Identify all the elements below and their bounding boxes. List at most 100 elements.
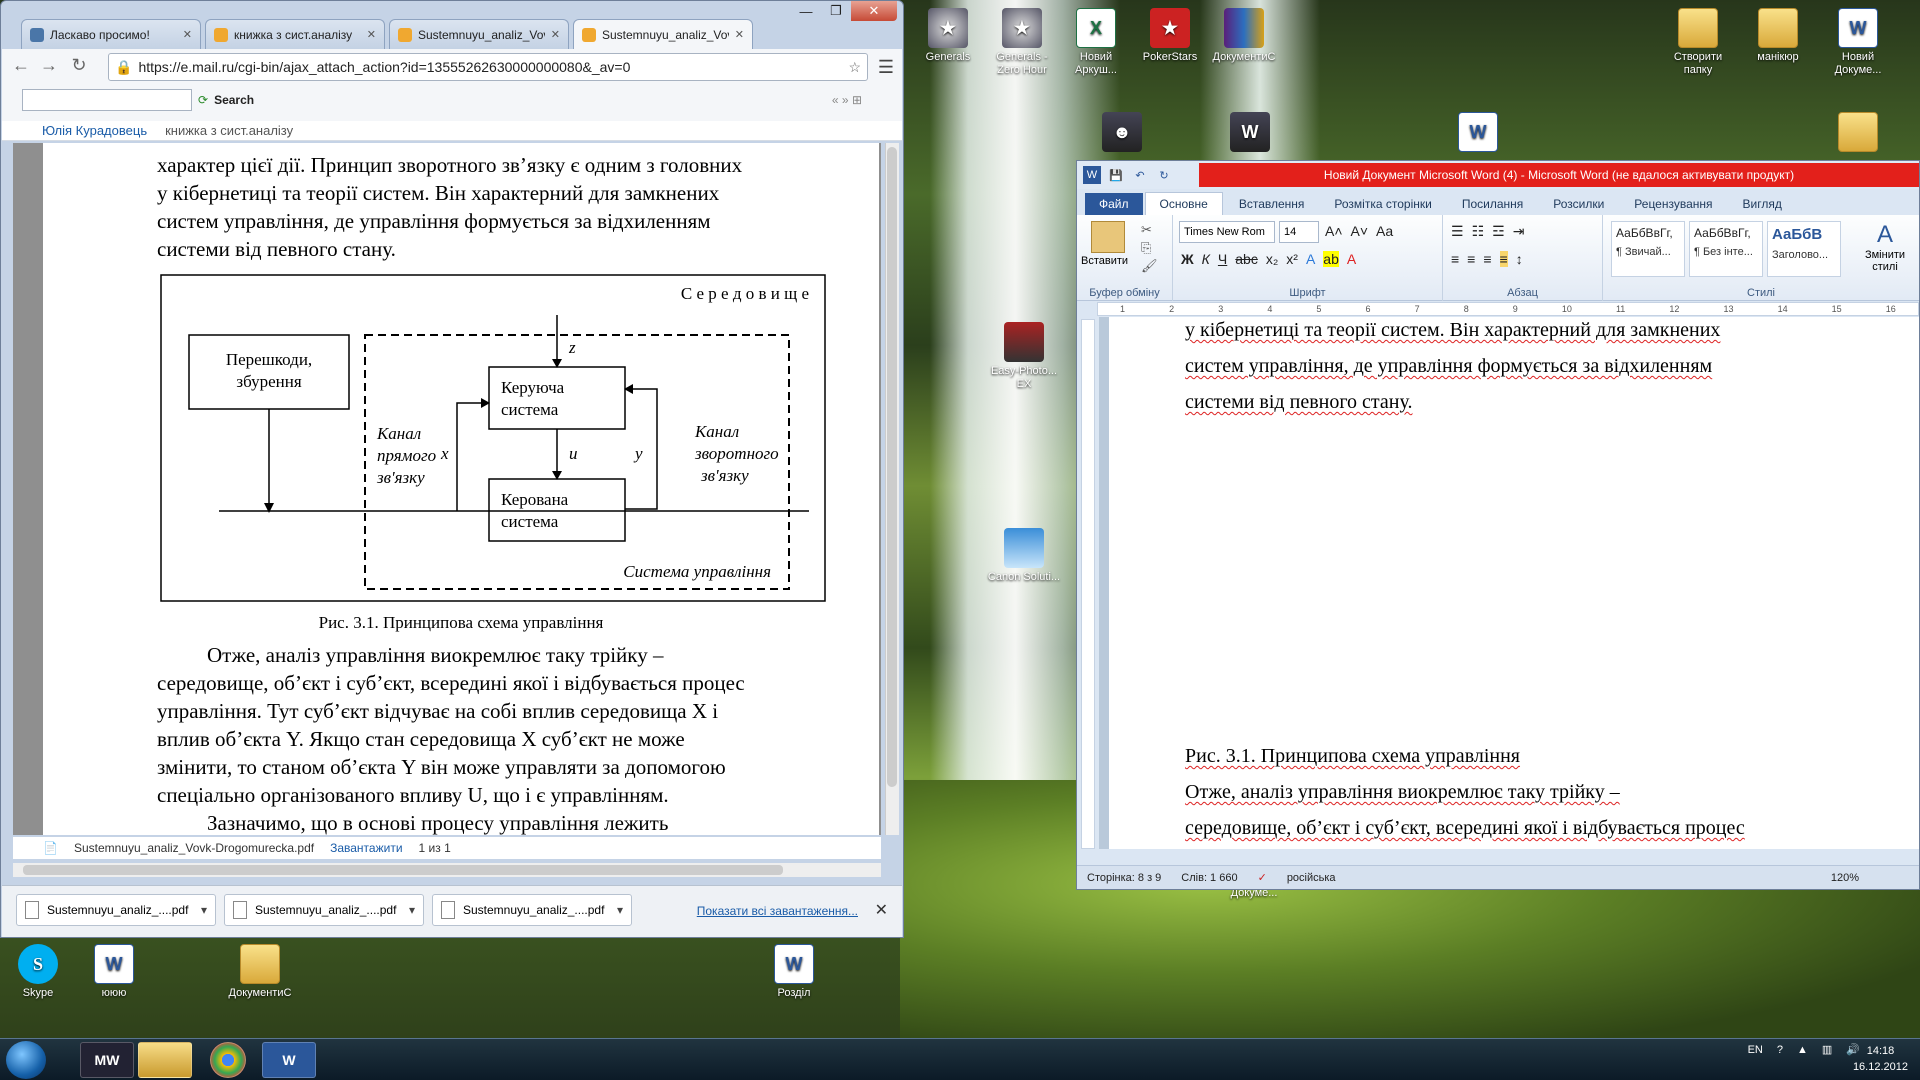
bold-icon[interactable]: Ж xyxy=(1181,251,1194,267)
word-taskbar-icon[interactable]: W xyxy=(262,1042,316,1078)
tab-references[interactable]: Посилання xyxy=(1448,193,1537,215)
desktop-icon-new-sheet[interactable]: X Новий Аркуш... xyxy=(1058,8,1134,77)
network-icon[interactable]: ▥ xyxy=(1822,1043,1832,1056)
back-button[interactable]: ← xyxy=(8,55,34,76)
address-bar[interactable]: 🔒 https://e.mail.ru/cgi-bin/ajax_attach_… xyxy=(108,53,868,81)
search-button[interactable]: Search xyxy=(214,93,254,107)
desktop-icon-documents-archive[interactable]: ДокументиС xyxy=(1206,8,1282,64)
explorer-taskbar-icon[interactable] xyxy=(138,1042,192,1078)
forward-button[interactable]: → xyxy=(36,55,62,76)
strikethrough-icon[interactable]: abc xyxy=(1235,251,1258,267)
tab-insert[interactable]: Вставлення xyxy=(1225,193,1319,215)
desktop-icon-easy-photo[interactable]: Easy-Photo... EX xyxy=(986,322,1062,391)
redo-icon[interactable]: ↻ xyxy=(1155,166,1173,184)
clock[interactable]: 14:18 16.12.2012 xyxy=(1853,1043,1908,1075)
close-tab-icon[interactable]: ✕ xyxy=(551,28,560,41)
chevron-down-icon[interactable]: ▾ xyxy=(617,903,623,917)
paste-icon[interactable] xyxy=(1091,221,1125,253)
change-styles-button[interactable]: A Змінити стилі xyxy=(1859,221,1911,273)
justify-icon[interactable]: ≡ xyxy=(1499,251,1508,267)
paste-button[interactable]: Вставити xyxy=(1081,255,1128,267)
desktop-icon-folder[interactable] xyxy=(1820,112,1896,155)
close-downloads-icon[interactable]: ✕ xyxy=(875,900,888,920)
style-heading[interactable]: АаБбВ Заголово... xyxy=(1767,221,1841,277)
desktop-icon-manicure[interactable]: манікюр xyxy=(1740,8,1816,64)
chevron-down-icon[interactable]: ▾ xyxy=(201,903,207,917)
shrink-font-icon[interactable]: A˅ xyxy=(1351,223,1369,239)
align-center-icon[interactable]: ≡ xyxy=(1467,251,1475,267)
tab-book[interactable]: книжка з сист.аналізу ✕ xyxy=(205,19,385,49)
download-item[interactable]: Sustemnuyu_analiz_....pdf ▾ xyxy=(432,894,632,926)
tab-home[interactable]: Основне xyxy=(1144,192,1223,215)
save-icon[interactable]: 💾 xyxy=(1107,166,1125,184)
close-tab-icon[interactable]: ✕ xyxy=(183,28,192,41)
indent-icon[interactable]: ⇥ xyxy=(1513,223,1525,240)
pdf-viewer[interactable]: характер цієї дії. Принцип зворотного зв… xyxy=(13,143,881,835)
tab-view[interactable]: Вигляд xyxy=(1729,193,1796,215)
horizontal-ruler[interactable]: 1 2 3 4 5 6 7 8 9 10 11 12 13 14 15 16 xyxy=(1097,302,1919,316)
reload-button[interactable]: ↻ xyxy=(66,55,92,76)
toolbar-nav-arrows[interactable]: « » ⊞ xyxy=(832,93,862,107)
desktop-icon-new-doc[interactable]: W Новий Докуме... xyxy=(1820,8,1896,77)
bullets-icon[interactable]: ☰ xyxy=(1451,223,1464,240)
close-tab-icon[interactable]: ✕ xyxy=(735,28,744,41)
tab-file[interactable]: Файл xyxy=(1085,193,1143,215)
desktop-icon-word-doc[interactable]: W xyxy=(1440,112,1516,155)
desktop-icon-yuyuyu[interactable]: Wююю xyxy=(76,944,152,1000)
multilevel-icon[interactable]: ☲ xyxy=(1492,223,1505,240)
subscript-icon[interactable]: x₂ xyxy=(1266,251,1278,267)
tab-pdf-2[interactable]: Sustemnuyu_analiz_Vov ✕ xyxy=(573,19,753,49)
chrome-taskbar-icon[interactable] xyxy=(210,1042,246,1078)
show-all-downloads-link[interactable]: Показати всі завантаження... xyxy=(697,904,858,918)
numbering-icon[interactable]: ☷ xyxy=(1472,223,1485,240)
cut-copy-icons[interactable]: ✂ ⎘ 🖌 xyxy=(1141,221,1158,275)
font-grow-shrink[interactable]: A˄ A˅ Aa xyxy=(1325,223,1393,239)
desktop-icon-canon[interactable]: Canon Soluti... xyxy=(986,528,1062,584)
font-name-select[interactable]: Times New Rom xyxy=(1179,221,1275,243)
desktop-icon-section[interactable]: W Розділ xyxy=(756,944,832,1000)
font-color-icon[interactable]: A xyxy=(1347,251,1356,267)
align-right-icon[interactable]: ≡ xyxy=(1483,251,1491,267)
maximize-button[interactable]: ❐ xyxy=(821,1,851,21)
text-effects-icon[interactable]: A xyxy=(1306,251,1315,267)
download-item[interactable]: Sustemnuyu_analiz_....pdf ▾ xyxy=(224,894,424,926)
search-input[interactable] xyxy=(22,89,192,111)
desktop-icon-create-folder[interactable]: Створити папку xyxy=(1660,8,1736,77)
style-no-spacing[interactable]: АаБбВвГг, ¶ Без інте... xyxy=(1689,221,1763,277)
chevron-down-icon[interactable]: ▾ xyxy=(409,903,415,917)
breadcrumb-user[interactable]: Юлія Курадовець xyxy=(42,123,147,138)
status-page[interactable]: Сторінка: 8 з 9 xyxy=(1087,872,1161,884)
zoom-level[interactable]: 120% xyxy=(1831,872,1919,884)
tab-mailings[interactable]: Розсилки xyxy=(1539,193,1618,215)
desktop-icon-documents[interactable]: ДокументиС xyxy=(222,944,298,1000)
line-spacing-icon[interactable]: ↕ xyxy=(1516,251,1523,267)
proofing-icon[interactable]: ✓ xyxy=(1258,871,1267,884)
nfs-taskbar-icon[interactable]: MW xyxy=(80,1042,134,1078)
desktop-icon-generals[interactable]: ★ Generals xyxy=(910,8,986,64)
change-case-icon[interactable]: Aa xyxy=(1376,223,1393,239)
style-normal[interactable]: АаБбВвГг, ¶ Звичай... xyxy=(1611,221,1685,277)
language-indicator[interactable]: EN xyxy=(1748,1044,1763,1056)
desktop-icon-wot[interactable]: W xyxy=(1212,112,1288,155)
underline-icon[interactable]: Ч xyxy=(1218,251,1227,267)
close-tab-icon[interactable]: ✕ xyxy=(367,28,376,41)
vertical-ruler[interactable] xyxy=(1081,319,1095,849)
status-language[interactable]: російська xyxy=(1287,872,1336,884)
undo-icon[interactable]: ↶ xyxy=(1131,166,1149,184)
grow-font-icon[interactable]: A˄ xyxy=(1325,223,1343,239)
vertical-scroll-thumb[interactable] xyxy=(887,147,897,787)
help-icon[interactable]: ? xyxy=(1777,1044,1783,1056)
tab-review[interactable]: Рецензування xyxy=(1620,193,1726,215)
close-window-button[interactable]: ✕ xyxy=(851,1,897,21)
desktop-icon-generals-zero-hour[interactable]: ★ Generals - Zero Hour xyxy=(984,8,1060,77)
align-left-icon[interactable]: ≡ xyxy=(1451,251,1459,267)
chrome-menu-icon[interactable]: ☰ xyxy=(878,57,894,78)
italic-icon[interactable]: К xyxy=(1202,251,1210,267)
tab-page-layout[interactable]: Розмітка сторінки xyxy=(1320,193,1445,215)
desktop-icon-skype[interactable]: S Skype xyxy=(0,944,76,1000)
document-area[interactable]: у кібернетиці та теорії систем. Він хара… xyxy=(1099,317,1919,849)
start-button[interactable] xyxy=(6,1041,46,1079)
superscript-icon[interactable]: x² xyxy=(1286,251,1298,267)
download-item[interactable]: Sustemnuyu_analiz_....pdf ▾ xyxy=(16,894,216,926)
horizontal-scroll-thumb[interactable] xyxy=(23,865,783,875)
